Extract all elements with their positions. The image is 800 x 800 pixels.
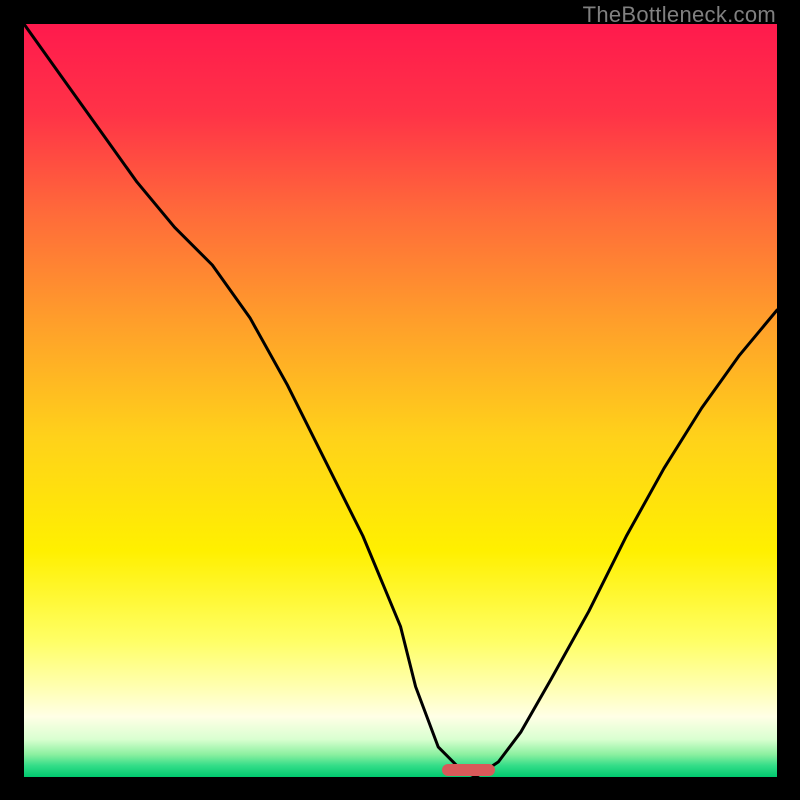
bottleneck-curve <box>24 24 777 777</box>
chart-container: TheBottleneck.com <box>0 0 800 800</box>
optimal-marker <box>442 764 495 776</box>
plot-area <box>24 24 777 777</box>
